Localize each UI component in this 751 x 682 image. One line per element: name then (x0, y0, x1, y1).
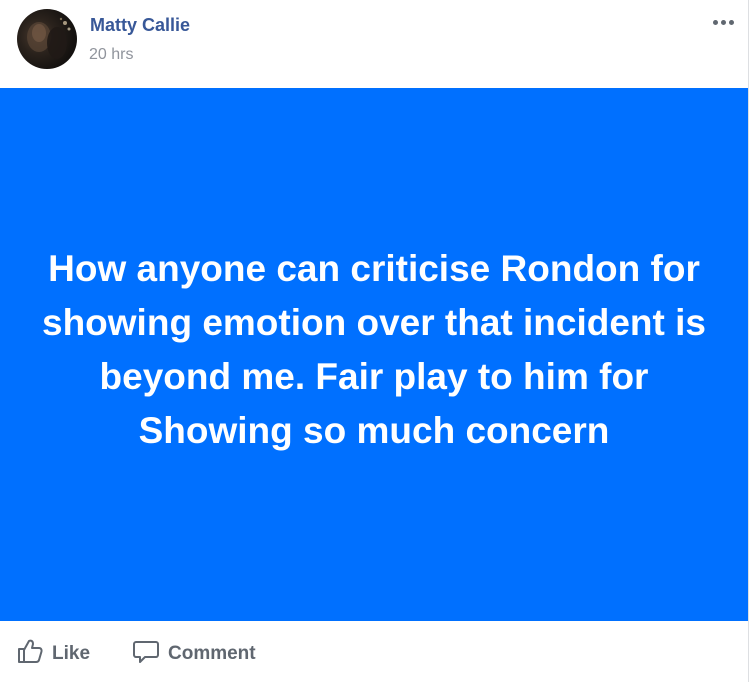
speech-bubble-icon (132, 637, 160, 671)
post-text: How anyone can criticise Rondon for show… (42, 247, 706, 451)
post-text-background: How anyone can criticise Rondon for show… (0, 88, 748, 621)
comment-label: Comment (168, 643, 256, 664)
post-timestamp[interactable]: 20 hrs (89, 46, 133, 64)
post-header: Matty Callie 20 hrs (0, 0, 749, 88)
comment-button[interactable]: Comment (132, 638, 256, 670)
facebook-post: Matty Callie 20 hrs How anyone can criti… (0, 0, 749, 682)
avatar[interactable] (17, 9, 77, 69)
like-label: Like (52, 643, 91, 664)
like-button[interactable]: Like (16, 638, 90, 670)
thumbs-up-icon (16, 637, 44, 671)
more-options-icon[interactable] (710, 8, 738, 34)
post-actions-bar: Like Comment (0, 622, 749, 682)
post-author-name[interactable]: Matty Callie (90, 15, 190, 36)
